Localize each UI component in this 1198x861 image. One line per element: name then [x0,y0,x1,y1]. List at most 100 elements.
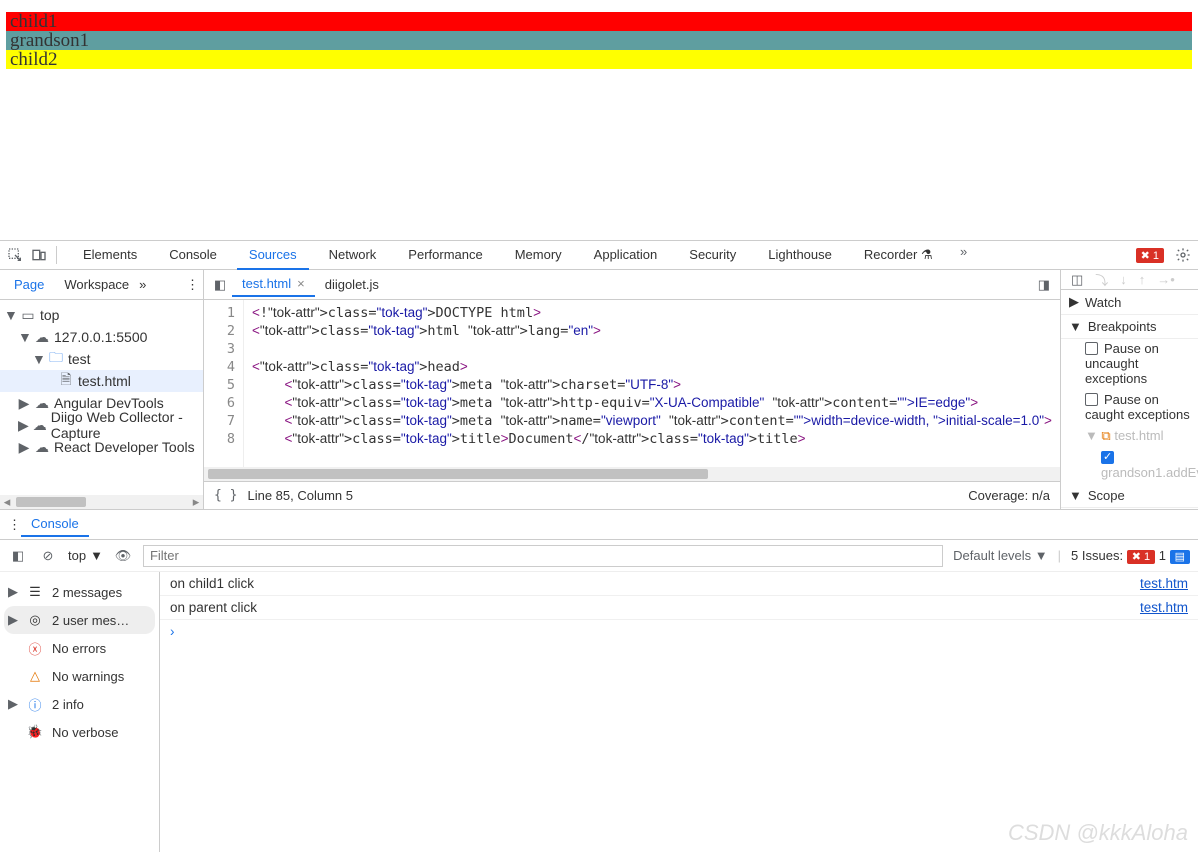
page-child2[interactable]: child2 [6,50,1192,69]
tree-folder-test[interactable]: ▼🗀test [0,348,203,370]
pause-icon[interactable]: ◫ [1071,272,1083,288]
step-over-icon[interactable]: ⤵ [1095,270,1108,289]
source-link[interactable]: test.htm [1140,576,1188,591]
devtools-tabs: Elements Console Sources Network Perform… [71,241,1134,270]
log-entry[interactable]: on parent clicktest.htm [160,596,1198,620]
cloud-icon: ☁ [34,439,50,456]
step-icon[interactable]: →• [1157,272,1175,287]
step-into-icon[interactable]: ↓ [1120,272,1127,287]
console-sidebar: ▶☰2 messages ▶◎2 user mes… ⓧNo errors △N… [0,572,160,852]
bp-uncaught[interactable]: Pause on uncaught exceptions [1061,339,1198,390]
debugger-pane: ◫ ⤵ ↓ ↑ →• ▶Watch ▼Breakpoints Pause on … [1061,270,1198,509]
file-tree[interactable]: ▼▭top ▼☁127.0.0.1:5500 ▼🗀test 🗎test.html… [0,300,203,495]
list-icon: ☰ [26,584,44,600]
cloud-icon: ☁ [33,417,47,434]
pretty-print-icon[interactable]: { } [214,488,237,503]
code-area[interactable]: 12345678 <!"tok-attr">class="tok-tag">DO… [204,300,1060,467]
tab-console[interactable]: Console [157,241,229,270]
sidebar-info[interactable]: ▶ⓘ2 info [4,690,155,718]
navigator-tab-page[interactable]: Page [4,273,54,296]
tree-file-test-html[interactable]: 🗎test.html [0,370,203,392]
section-breakpoints[interactable]: ▼Breakpoints [1061,315,1198,339]
page-grandson1[interactable]: grandson1 [6,31,1192,50]
watermark: CSDN @kkkAloha [1008,820,1188,846]
context-selector[interactable]: top ▼ [68,548,103,563]
bp-caught[interactable]: Pause on caught exceptions [1061,390,1198,426]
tree-top[interactable]: ▼▭top [0,304,203,326]
user-icon: ◎ [26,612,44,628]
flask-icon: ⚗ [921,247,933,262]
toggle-navigator-icon[interactable]: ◧ [208,277,232,293]
tab-performance[interactable]: Performance [396,241,494,270]
device-toggle-icon[interactable] [28,244,50,266]
code-editor-pane: ◧ test.html× diigolet.js ◨ 12345678 <!"t… [204,270,1061,509]
debugger-toolbar: ◫ ⤵ ↓ ↑ →• [1061,270,1198,290]
console-prompt[interactable]: › [160,620,1198,643]
console-log-area[interactable]: on child1 clicktest.htm on parent clickt… [160,572,1198,852]
clear-console-icon[interactable]: ⊘ [38,548,58,564]
sources-navigator: Page Workspace » ⋮ ▼▭top ▼☁127.0.0.1:550… [0,270,204,509]
filter-input[interactable] [143,545,943,567]
warning-icon: △ [26,668,44,684]
bug-icon: 🐞 [26,724,44,740]
code-text[interactable]: <!"tok-attr">class="tok-tag">DOCTYPE htm… [244,300,1060,467]
sidebar-warnings[interactable]: △No warnings [4,662,155,690]
editor-scrollbar[interactable] [204,467,1060,481]
info-icon: ⓘ [26,695,44,714]
file-tab-test-html[interactable]: test.html× [232,272,315,297]
file-icon: 🗎 [58,369,74,393]
sidebar-user-messages[interactable]: ▶◎2 user mes… [4,606,155,634]
section-scope[interactable]: ▼Scope [1061,484,1198,508]
line-gutter: 12345678 [204,300,244,467]
error-count-badge[interactable]: ✖ 1 [1136,248,1164,263]
cloud-icon: ☁ [34,329,50,346]
cloud-icon: ☁ [34,395,50,412]
console-drawer-header: ⋮ Console [0,510,1198,540]
tab-lighthouse[interactable]: Lighthouse [756,241,844,270]
msg-badge-icon: ▤ [1170,550,1190,564]
coverage-label: Coverage: n/a [968,488,1050,503]
tree-scrollbar[interactable]: ◂▸ [0,495,203,509]
section-watch[interactable]: ▶Watch [1061,290,1198,315]
console-toolbar: ◧ ⊘ top ▼ 👁 Default levels ▼ | 5 Issues:… [0,540,1198,572]
folder-icon: 🗀 [48,347,64,371]
live-expression-icon[interactable]: 👁 [113,548,133,564]
file-tab-diigolet[interactable]: diigolet.js [315,273,389,296]
page-child1[interactable]: child1 [6,12,1192,31]
tree-ext-diigo[interactable]: ▶☁Diigo Web Collector - Capture [0,414,203,436]
settings-icon[interactable] [1172,244,1194,266]
drawer-tab-console[interactable]: Console [21,512,89,537]
bp-line-item[interactable]: grandson1.addEven… [1061,448,1198,484]
tree-origin[interactable]: ▼☁127.0.0.1:5500 [0,326,203,348]
tab-recorder[interactable]: Recorder ⚗ [852,241,945,270]
window-icon: ▭ [20,307,36,324]
navigator-tab-workspace[interactable]: Workspace [54,273,139,296]
tab-application[interactable]: Application [582,241,670,270]
log-entry[interactable]: on child1 clicktest.htm [160,572,1198,596]
tree-ext-react[interactable]: ▶☁React Developer Tools [0,436,203,458]
error-icon: ⓧ [26,639,44,658]
tab-sources[interactable]: Sources [237,241,309,270]
drawer-menu-icon[interactable]: ⋮ [8,517,21,533]
navigator-more-icon[interactable]: » [139,277,146,292]
step-out-icon[interactable]: ↑ [1139,272,1146,287]
more-tabs-icon[interactable]: » [953,241,975,263]
sidebar-messages[interactable]: ▶☰2 messages [4,578,155,606]
rendered-page[interactable]: child1 grandson1 child2 [0,0,1198,240]
bp-file[interactable]: ▼ ⧉ test.html [1061,426,1198,448]
source-link[interactable]: test.htm [1140,600,1188,615]
sidebar-verbose[interactable]: 🐞No verbose [4,718,155,746]
not-paused-label: Not paused [1061,508,1198,509]
sidebar-errors[interactable]: ⓧNo errors [4,634,155,662]
issues-link[interactable]: 5 Issues: ✖ 1 1 ▤ [1071,548,1190,563]
close-icon[interactable]: × [297,276,305,291]
navigator-menu-icon[interactable]: ⋮ [186,277,199,293]
tab-elements[interactable]: Elements [71,241,149,270]
toggle-debugger-icon[interactable]: ◨ [1032,277,1056,293]
inspect-icon[interactable] [4,244,26,266]
tab-security[interactable]: Security [677,241,748,270]
toggle-sidebar-icon[interactable]: ◧ [8,548,28,564]
tab-network[interactable]: Network [317,241,389,270]
log-levels-selector[interactable]: Default levels ▼ [953,548,1048,563]
tab-memory[interactable]: Memory [503,241,574,270]
